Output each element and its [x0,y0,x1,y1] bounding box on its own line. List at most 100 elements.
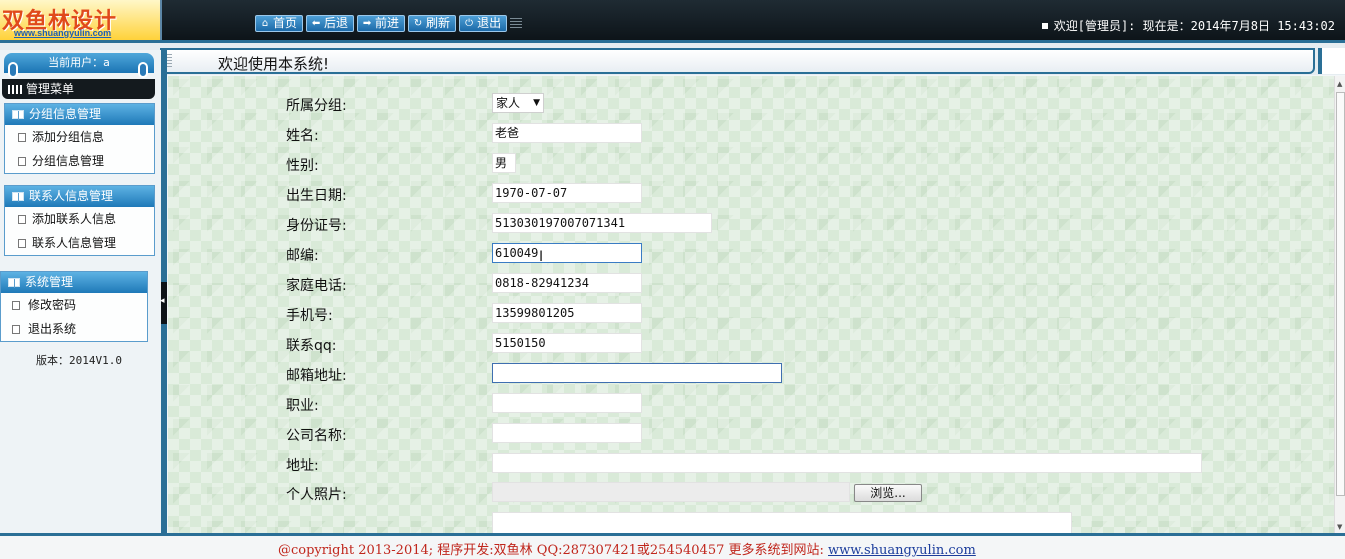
sidebar-item-change-password[interactable]: 修改密码 [1,293,147,317]
sidebar-item-label: 分组信息管理 [32,154,105,168]
company-label: 公司名称: [286,428,347,444]
main-scrollbar[interactable]: ▲ ▼ [1334,76,1345,533]
page-icon [18,239,26,248]
postcode-label: 邮编: [286,248,319,264]
group-label: 所属分组: [286,98,347,114]
qq-label: 联系qq: [286,338,337,354]
form-area: 所属分组: 家人 ▼ 姓名: 老爸 性别: 男 出生日期: 1970-07-07 … [168,76,1334,533]
sidebar-splitter[interactable] [160,50,167,533]
version-label: 版本：2014V1.0 [36,354,122,367]
sidebar-item-label: 添加联系人信息 [32,212,117,226]
address-label: 地址: [286,458,319,474]
mobile-label: 手机号: [286,308,333,324]
welcome-text: 欢迎[管理员]: 现在是：2014年7月8日 15:43:02 [1053,19,1335,33]
bullet-icon [1041,23,1048,29]
birthday-input[interactable]: 1970-07-07 [492,183,642,203]
book-icon [12,110,24,120]
name-label: 姓名: [286,128,319,144]
sidebar: 当前用户：a 管理菜单 分组信息管理 添加分组信息 分组信息管理 联系人信息管理… [0,50,167,533]
title-box: 欢迎使用本系统! [160,48,1315,74]
scroll-down-icon[interactable]: ▼ [1337,523,1342,531]
sidebar-item-manage-contact[interactable]: 联系人信息管理 [5,231,154,255]
toolbar-grip [510,18,522,29]
page-icon [12,325,20,334]
grid-icon [8,85,22,94]
top-bar: 双鱼林设计 www.shuangyulin.com ⌂ 首页 ⬅ 后退 ➡ 前进 ↻ 刷… [0,0,1345,43]
refresh-icon: ↻ [413,18,423,29]
ring-icon [8,62,18,78]
homephone-input[interactable]: 0818-82941234 [492,273,642,293]
back-label: 后退 [324,16,349,30]
scroll-thumb[interactable] [1336,92,1345,496]
current-user-bar: 当前用户：a [4,53,154,78]
chevron-down-icon: ▼ [533,98,540,108]
page-icon [18,215,26,224]
forward-arrow-icon: ➡ [362,18,372,29]
postcode-input[interactable]: 610049 [492,243,642,263]
page-icon [18,157,26,166]
menu-group-title: 系统管理 [25,275,74,289]
company-input[interactable] [492,423,642,443]
menu-group-contact: 联系人信息管理 添加联系人信息 联系人信息管理 [4,185,155,256]
collapse-handle[interactable] [160,282,167,324]
back-arrow-icon: ⬅ [311,18,321,29]
logo: 双鱼林设计 www.shuangyulin.com [0,0,162,40]
home-icon: ⌂ [261,18,269,29]
forward-button[interactable]: ➡ 前进 [357,15,406,32]
sidebar-item-label: 联系人信息管理 [32,236,117,250]
mobile-input[interactable]: 13599801205 [492,303,642,323]
home-button[interactable]: ⌂ 首页 [255,15,304,32]
menu-group-category: 分组信息管理 添加分组信息 分组信息管理 [4,103,155,174]
forward-label: 前进 [375,16,400,30]
power-icon: ⏻ [465,18,474,29]
sidebar-item-add-category[interactable]: 添加分组信息 [5,125,154,149]
page-title: 欢迎使用本系统! [218,55,330,73]
browse-button[interactable]: 浏览... [854,484,922,502]
menu-header: 管理菜单 [2,79,155,99]
copyright-text: @copyright 2013-2014; 程序开发:双鱼林 QQ:287307… [278,543,828,558]
logo-url: www.shuangyulin.com [14,28,112,38]
website-link[interactable]: www.shuangyulin.com [828,543,976,558]
sex-input[interactable]: 男 [492,153,516,173]
email-label: 邮箱地址: [286,368,347,384]
photo-file-input[interactable] [492,482,850,502]
book-icon [8,278,20,288]
logout-button[interactable]: ⏻ 退出 [459,15,508,32]
job-label: 职业: [286,398,319,414]
sidebar-item-add-contact[interactable]: 添加联系人信息 [5,207,154,231]
sidebar-item-logout[interactable]: 退出系统 [1,317,147,341]
photo-label: 个人照片: [286,487,347,503]
notes-textarea[interactable] [492,512,1072,533]
menu-group-header[interactable]: 系统管理 [1,272,147,293]
sex-label: 性别: [286,158,319,174]
footer-text: @copyright 2013-2014; 程序开发:双鱼林 QQ:287307… [278,539,976,558]
group-select-value: 家人 [496,96,521,110]
address-input[interactable] [492,453,1202,473]
current-user-label: 当前用户：a [48,56,110,69]
sidebar-item-label: 修改密码 [28,298,77,312]
homephone-label: 家庭电话: [286,278,347,294]
qq-input[interactable]: 5150150 [492,333,642,353]
menu-title: 管理菜单 [26,82,75,96]
sidebar-item-label: 退出系统 [28,322,77,336]
sidebar-item-manage-category[interactable]: 分组信息管理 [5,149,154,173]
name-input[interactable]: 老爸 [492,123,642,143]
home-label: 首页 [273,16,298,30]
refresh-button[interactable]: ↻ 刷新 [408,15,457,32]
refresh-label: 刷新 [426,16,451,30]
menu-group-header[interactable]: 分组信息管理 [5,104,154,125]
scroll-up-icon[interactable]: ▲ [1337,80,1342,88]
job-input[interactable] [492,393,642,413]
email-input[interactable] [492,363,782,383]
menu-group-header[interactable]: 联系人信息管理 [5,186,154,207]
text-cursor-icon: I [539,249,544,265]
title-right-cap [1318,48,1345,74]
birthday-label: 出生日期: [286,188,347,204]
page-icon [12,301,20,310]
menu-group-title: 分组信息管理 [29,107,102,121]
footer: @copyright 2013-2014; 程序开发:双鱼林 QQ:287307… [0,533,1345,559]
back-button[interactable]: ⬅ 后退 [306,15,355,32]
idcard-input[interactable]: 513030197007071341 [492,213,712,233]
group-select[interactable]: 家人 ▼ [492,93,544,113]
menu-group-title: 联系人信息管理 [29,189,114,203]
